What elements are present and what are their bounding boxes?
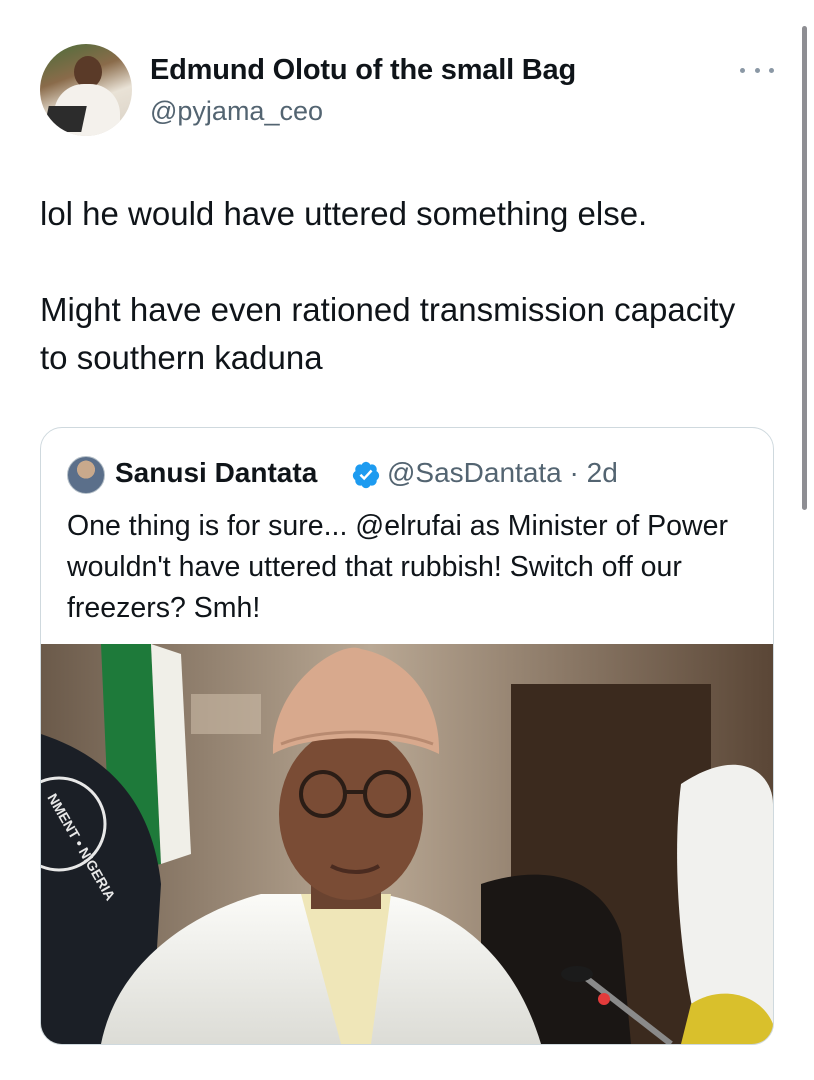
quoted-author-avatar[interactable] <box>67 456 105 494</box>
verified-badge-icon <box>352 461 380 489</box>
scrollbar[interactable] <box>802 26 807 510</box>
author-avatar[interactable] <box>40 44 132 136</box>
quoted-tweet-text: One thing is for sure... @elrufai as Min… <box>67 510 728 624</box>
quoted-author-name[interactable]: Sanusi Dantata <box>115 457 317 489</box>
quoted-tweet-card[interactable]: Sanusi Dantata @SasDantata · 2d One thin… <box>40 427 774 1045</box>
tweet-text: lol he would have uttered something else… <box>40 190 760 382</box>
author-handle[interactable]: @pyjama_ceo <box>150 96 323 127</box>
avatar-laptop <box>43 106 87 132</box>
quoted-tweet-photo[interactable]: NMENT • NIGERIA <box>41 644 773 1044</box>
tweet-text-line-2: Might have even rationed transmission ca… <box>40 291 736 376</box>
face <box>279 728 423 900</box>
author-name[interactable]: Edmund Olotu of the small Bag <box>150 54 576 87</box>
more-options-icon[interactable] <box>740 60 774 80</box>
quoted-handle-time[interactable]: @SasDantata · 2d <box>387 457 618 489</box>
tweet-text-line-1: lol he would have uttered something else… <box>40 195 648 232</box>
